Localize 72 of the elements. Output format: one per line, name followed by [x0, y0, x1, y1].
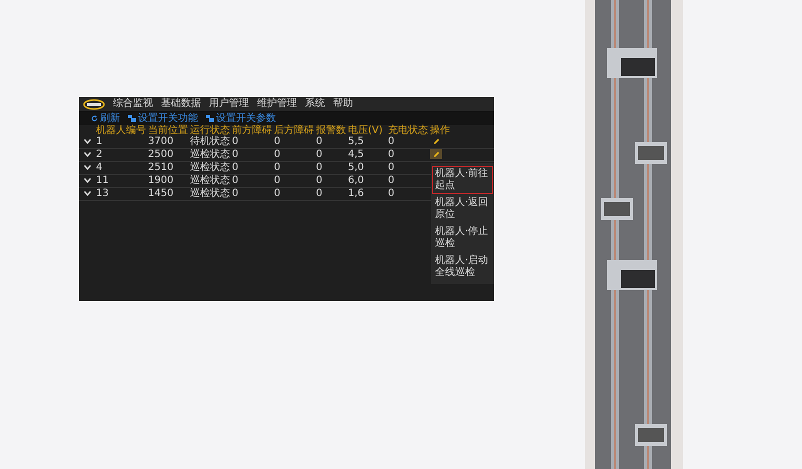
chevron-icon[interactable] [84, 139, 91, 144]
table-cell: 0 [273, 174, 315, 188]
table-cell: 3700 [147, 136, 189, 148]
chevron-icon[interactable] [84, 152, 91, 157]
column-header: 操作 [429, 125, 451, 136]
chevron-icon[interactable] [84, 178, 91, 183]
robot-icon [206, 115, 214, 122]
menu-item[interactable]: 机器人·前往起点 [432, 166, 493, 194]
nav-menu-item[interactable]: 帮助 [333, 99, 353, 109]
table-cell: 0 [273, 162, 315, 174]
table-cell: 2500 [147, 148, 189, 162]
column-header: 当前位置 [147, 125, 189, 136]
table-cell: 5,5 [347, 136, 387, 148]
table-cell: 0 [231, 162, 273, 174]
robot-icon [128, 115, 136, 122]
logo-icon [83, 98, 105, 110]
refresh-icon [91, 115, 98, 122]
menu-item[interactable]: 机器人·返回原位 [432, 195, 493, 223]
nav-menu-item[interactable]: 维护管理 [257, 99, 297, 109]
column-header: 前方障碍 [231, 125, 273, 136]
table-cell: 5,0 [347, 162, 387, 174]
table-cell: 0 [387, 148, 429, 162]
table-cell: 0 [387, 174, 429, 188]
table-cell: 1450 [147, 188, 189, 200]
menu-item[interactable]: 机器人·启动全线巡检 [432, 253, 493, 281]
table-cell: 0 [315, 162, 347, 174]
table-cell: 0 [231, 188, 273, 200]
toolbar-button[interactable]: 设置开关功能 [128, 114, 198, 124]
table-cell: 1 [95, 136, 147, 148]
column-header: 报警数 [315, 125, 347, 136]
table-cell: 4 [95, 162, 147, 174]
table-cell: 2 [95, 148, 147, 162]
nav-menu-item[interactable]: 系统 [305, 99, 325, 109]
edit-button[interactable] [430, 149, 442, 160]
nav-menu-item[interactable]: 基础数据 [161, 99, 201, 109]
table-cell: 0 [387, 188, 429, 200]
nav-menu-item[interactable]: 用户管理 [209, 99, 249, 109]
column-header: 后方障碍 [273, 125, 315, 136]
column-header: 运行状态 [189, 125, 231, 136]
column-header: 充电状态 [387, 125, 429, 136]
table-cell: 巡检状态 [189, 148, 231, 162]
toolbar-button[interactable]: 设置开关参数 [206, 114, 276, 124]
table-cell: 0 [231, 174, 273, 188]
table-cell: 0 [315, 136, 347, 148]
table-cell: 待机状态 [189, 136, 231, 148]
table-cell: 1,6 [347, 188, 387, 200]
table-cell: 0 [315, 188, 347, 200]
table-cell: 11 [95, 174, 147, 188]
table-cell: 巡检状态 [189, 188, 231, 200]
table-cell: 2510 [147, 162, 189, 174]
table-cell: 0 [315, 148, 347, 162]
table-cell: 4,5 [347, 148, 387, 162]
toolbar-button[interactable]: 刷新 [91, 114, 120, 124]
nav-menu-item[interactable]: 综合监视 [113, 99, 153, 109]
column-header: 电压(V) [347, 125, 384, 136]
table-cell: 6,0 [347, 174, 387, 188]
chevron-icon[interactable] [84, 191, 91, 196]
table-cell: 0 [273, 188, 315, 200]
table-cell: 1900 [147, 174, 189, 188]
table-cell: 巡检状态 [189, 162, 231, 174]
table-cell: 0 [231, 148, 273, 162]
table-cell: 13 [95, 188, 147, 200]
menu-item[interactable]: 机器人·停止巡检 [432, 224, 493, 252]
table-cell: 0 [273, 148, 315, 162]
table-cell: 0 [231, 136, 273, 148]
table-cell: 0 [387, 136, 429, 148]
table-cell: 0 [387, 162, 429, 174]
table-cell: 0 [273, 136, 315, 148]
table-cell: 0 [315, 174, 347, 188]
chevron-icon[interactable] [84, 165, 91, 170]
table-cell: 巡检状态 [189, 174, 231, 188]
column-header: 机器人编号 [95, 125, 147, 136]
